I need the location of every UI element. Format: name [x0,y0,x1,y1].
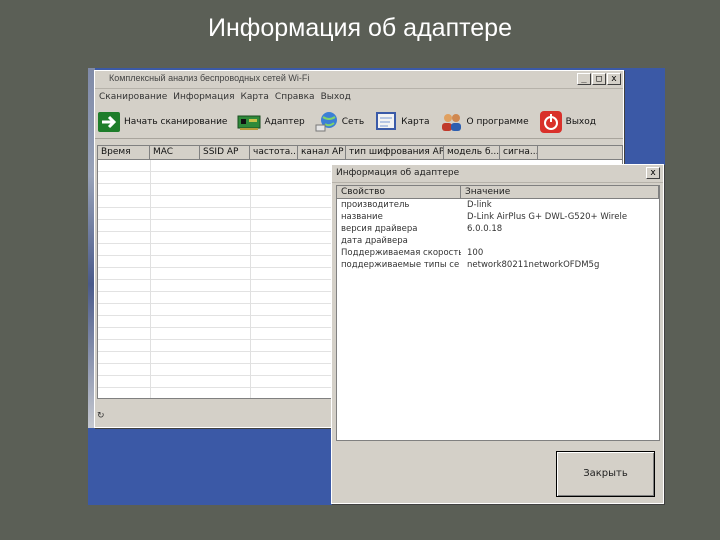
exit-label: Выход [565,116,596,127]
window-controls: _ □ x [577,73,621,85]
globe-network-icon [315,111,339,133]
menu-help[interactable]: Справка [275,92,315,102]
property-value: D-Link AirPlus G+ DWL-G520+ Wirele [467,212,628,222]
column-header-value[interactable]: Значение [461,186,659,198]
menu-info[interactable]: Информация [173,92,234,102]
table-row[interactable]: производитель D-link [337,199,659,211]
property-value: network80211networkOFDM5g [467,260,600,270]
dialog-close-button[interactable]: x [646,167,660,179]
status-refresh-icon: ↻ [97,411,105,421]
property-value [461,235,659,247]
menu-scan[interactable]: Сканирование [99,92,167,102]
column-header-property[interactable]: Свойство [337,186,461,198]
table-row[interactable]: версия драйвера 6.0.0.18 [337,223,659,235]
users-icon [440,111,464,133]
property-key: производитель [341,200,410,210]
toolbar: Начать сканирование Адаптер Сеть Карта О… [95,105,623,139]
table-row[interactable]: название D-Link AirPlus G+ DWL-G520+ Wir… [337,211,659,223]
properties-table[interactable]: Свойство Значение производитель D-link н… [336,185,660,441]
property-value: D-link [467,200,492,210]
menubar: Сканирование Информация Карта Справка Вы… [95,89,623,105]
minimize-button[interactable]: _ [577,73,591,85]
adapter-label: Адаптер [264,116,305,127]
menu-exit[interactable]: Выход [321,92,351,102]
table-row[interactable]: поддерживаемые типы се network80211netwo… [337,259,659,271]
network-label: Сеть [341,116,365,127]
column-header-model[interactable]: модель б... [444,146,500,159]
dialog-title: Информация об адаптере [336,168,460,178]
close-button[interactable]: x [607,73,621,85]
about-button[interactable]: О программе [440,111,529,133]
properties-table-header: Свойство Значение [337,186,659,199]
networks-table-header: Время MAC SSID AP частота... канал AP ти… [98,146,622,160]
column-divider [150,160,151,398]
map-button[interactable]: Карта [374,111,430,133]
property-value: 100 [467,248,484,258]
arrow-right-icon [97,111,121,133]
maximize-button[interactable]: □ [592,73,606,85]
dialog-titlebar[interactable]: Информация об адаптере x [332,165,663,183]
property-key: название [341,212,383,222]
network-card-icon [237,111,261,133]
main-window-title: Комплексный анализ беспроводных сетей Wi… [109,73,310,83]
map-label: Карта [401,116,430,127]
column-divider [250,160,251,398]
column-header-encryption[interactable]: тип шифрования AP [346,146,444,159]
exit-button[interactable]: Выход [539,110,596,133]
table-row[interactable]: Поддерживаемая скорость 100 [337,247,659,259]
power-icon [539,110,563,133]
table-row[interactable]: дата драйвера [337,235,659,247]
property-key: Поддерживаемая скорость [341,248,461,258]
property-value: 6.0.0.18 [467,224,503,234]
about-label: О программе [466,116,529,127]
slide-title: Информация об адаптере [208,14,512,42]
network-button[interactable]: Сеть [315,111,364,133]
map-icon [374,111,398,133]
adapter-button[interactable]: Адаптер [237,111,305,133]
column-header-ssid[interactable]: SSID AP [200,146,250,159]
column-header-channel[interactable]: канал AP [298,146,346,159]
column-header-frequency[interactable]: частота... [250,146,298,159]
column-header-mac[interactable]: MAC [150,146,200,159]
start-scan-button[interactable]: Начать сканирование [97,111,227,133]
start-scan-label: Начать сканирование [124,116,228,127]
column-header-time[interactable]: Время [98,146,150,159]
main-window-titlebar[interactable]: Комплексный анализ беспроводных сетей Wi… [95,71,623,89]
property-key: версия драйвера [341,224,418,234]
column-header-signal[interactable]: сигна... [500,146,538,159]
adapter-info-dialog: Информация об адаптере x Свойство Значен… [331,164,664,504]
property-key: дата драйвера [341,236,408,246]
property-key: поддерживаемые типы се [341,260,460,270]
close-dialog-button[interactable]: Закрыть [556,451,655,497]
menu-map[interactable]: Карта [241,92,269,102]
